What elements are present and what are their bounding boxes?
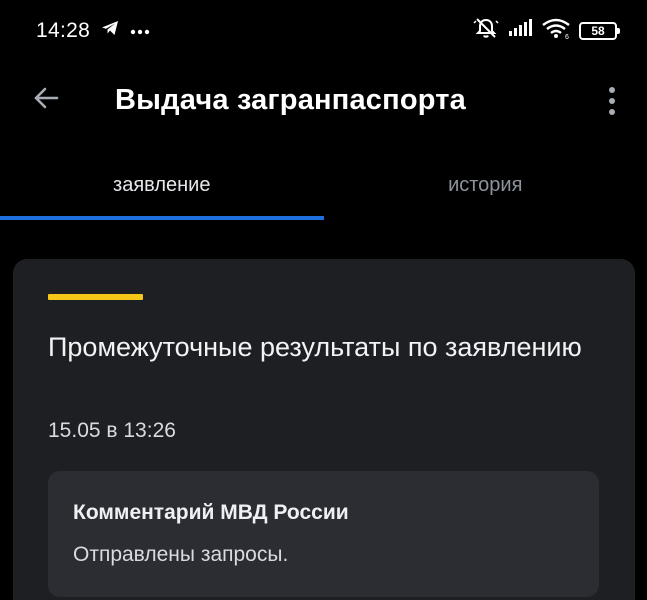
alarm-off-icon [473,16,499,45]
app-bar: Выдача загранпаспорта [0,62,647,142]
status-accent-bar [48,294,143,300]
arrow-left-icon [32,84,60,117]
status-bar: 14:28 6 58 [0,0,647,62]
tab-application[interactable]: заявление [0,150,324,222]
status-right-icons: 6 58 [473,16,620,45]
back-button[interactable] [26,80,66,120]
more-vertical-icon [609,87,615,115]
comment-box: Комментарий МВД России Отправлены запрос… [48,471,599,597]
comment-author: Комментарий МВД России [73,501,349,524]
more-options-button[interactable] [597,80,627,122]
tab-label: заявление [113,174,211,196]
result-card: Промежуточные результаты по заявлению 15… [13,259,635,600]
battery-level: 58 [591,23,605,38]
status-left-icons [100,18,150,43]
svg-text:6: 6 [565,34,569,39]
status-time: 14:28 [36,19,91,42]
active-tab-indicator [0,216,324,220]
tab-label: история [448,174,523,196]
card-date: 15.05 в 13:26 [48,419,176,442]
comment-text: Отправлены запросы. [73,543,289,566]
more-notifications-icon [130,22,150,40]
telegram-icon [100,18,120,43]
wifi-icon: 6 [541,17,571,44]
tab-history[interactable]: история [324,150,647,222]
battery-icon: 58 [579,21,620,40]
signal-icon [507,19,533,42]
page-title: Выдача загранпаспорта [115,84,467,116]
card-title: Промежуточные результаты по заявлению [48,332,582,362]
tab-bar: заявление история [0,150,647,222]
